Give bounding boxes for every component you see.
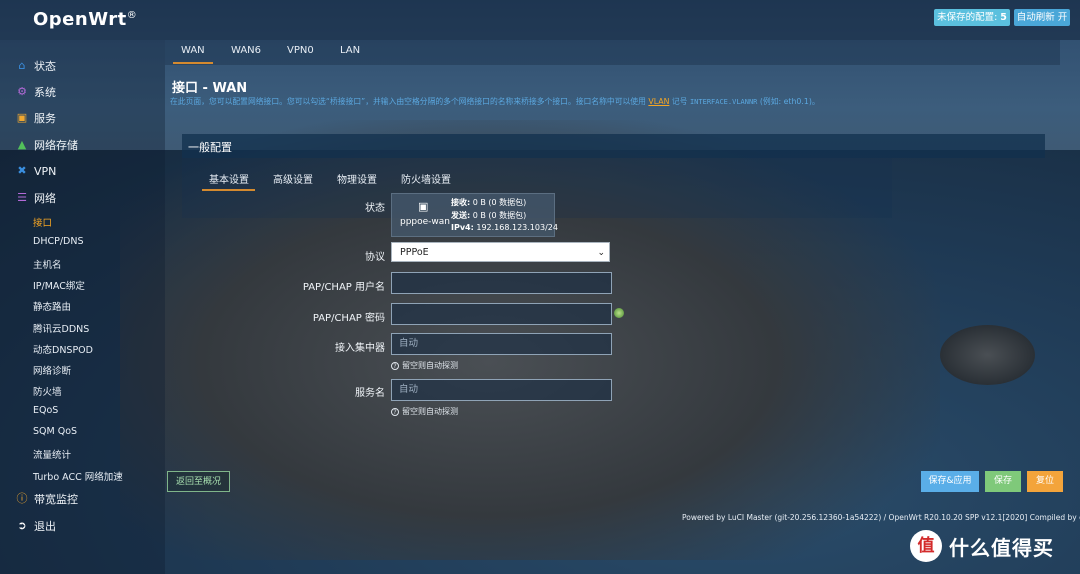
service-input[interactable]: 自动	[391, 379, 612, 401]
network-icon: ☰	[17, 191, 27, 204]
sidebar: ⌂ 状态 ⚙ 系统 ▣ 服务 ▲ 网络存储 ✖ VPN ☰ 网络 接口 DHCP…	[0, 40, 165, 574]
chevron-down-icon: ⌄	[597, 248, 605, 258]
sidebar-subitem-interfaces[interactable]: 接口	[33, 215, 52, 229]
sidebar-subitem-traffic-stats[interactable]: 流量统计	[33, 447, 71, 461]
logout-icon: ➲	[17, 519, 27, 532]
footer-credits: Powered by LuCI Master (git-20.256.12360…	[682, 513, 1080, 522]
password-label: PAP/CHAP 密码	[312, 313, 385, 324]
reveal-password-icon[interactable]	[614, 308, 624, 318]
save-apply-button[interactable]: 保存&应用	[921, 471, 979, 492]
tx-stats: 发送: 0 B (0 数据包)	[451, 211, 527, 220]
username-label: PAP/CHAP 用户名	[302, 282, 385, 293]
active-tab-indicator	[173, 62, 213, 64]
section-header: 一般配置	[182, 134, 1045, 158]
gear-icon: ⚙	[17, 85, 27, 98]
tab-wan[interactable]: WAN	[181, 45, 205, 56]
reset-button[interactable]: 复位	[1027, 471, 1063, 492]
brand-logo[interactable]: OpenWrt®	[33, 9, 137, 30]
sidebar-item-vpn[interactable]: ✖ VPN	[16, 162, 56, 180]
tab-wan6[interactable]: WAN6	[231, 45, 261, 56]
password-input[interactable]	[391, 303, 612, 325]
sidebar-subitem-firewall[interactable]: 防火墙	[33, 384, 62, 398]
ac-input[interactable]: 自动	[391, 333, 612, 355]
sidebar-subitem-tencent-ddns[interactable]: 腾讯云DDNS	[33, 321, 89, 335]
section-title: 一般配置	[188, 141, 232, 154]
interface-status-box: ▣ pppoe-wan 接收: 0 B (0 数据包) 发送: 0 B (0 数…	[391, 193, 558, 237]
sidebar-subitem-static-routes[interactable]: 静态路由	[33, 299, 71, 313]
page-title: 接口 - WAN	[172, 81, 248, 96]
storage-icon: ▲	[17, 138, 27, 151]
sidebar-item-storage[interactable]: ▲ 网络存储	[16, 136, 78, 154]
subtab-basic[interactable]: 基本设置	[209, 171, 249, 186]
protocol-label: 协议	[365, 252, 385, 263]
info-icon: ⓘ	[16, 492, 28, 505]
main-content: WAN WAN6 VPN0 LAN 接口 - WAN 在此页面，您可以配置网络接…	[165, 40, 1080, 574]
sidebar-subitem-diagnostics[interactable]: 网络诊断	[33, 363, 71, 377]
sidebar-item-system[interactable]: ⚙ 系统	[16, 83, 56, 101]
vpn-icon: ✖	[17, 164, 27, 177]
watermark-logo-icon: 值	[910, 530, 942, 562]
unsaved-changes-badge[interactable]: 未保存的配置: 5	[934, 9, 1010, 26]
subtab-physical[interactable]: 物理设置	[337, 171, 377, 186]
sidebar-item-status[interactable]: ⌂ 状态	[16, 57, 57, 75]
header-bar: OpenWrt® 未保存的配置: 5 自动刷新 开	[0, 0, 1080, 40]
service-label: 服务名	[355, 388, 385, 399]
save-button[interactable]: 保存	[985, 471, 1021, 492]
auto-refresh-toggle[interactable]: 自动刷新 开	[1014, 9, 1070, 26]
sidebar-subitem-dnspod[interactable]: 动态DNSPOD	[33, 342, 93, 356]
sidebar-subitem-sqm-qos[interactable]: SQM QoS	[33, 426, 77, 437]
tab-lan[interactable]: LAN	[340, 45, 360, 56]
service-hint: ? 留空则自动探测	[391, 406, 458, 417]
sidebar-subitem-hostnames[interactable]: 主机名	[33, 257, 62, 271]
protocol-select[interactable]: PPPoE ⌄	[391, 242, 610, 262]
help-icon: ?	[391, 408, 399, 416]
sidebar-subitem-turbo-acc[interactable]: Turbo ACC 网络加速	[33, 469, 123, 483]
interface-tabs: WAN WAN6 VPN0 LAN	[165, 40, 1060, 65]
tab-vpn0[interactable]: VPN0	[287, 45, 314, 56]
rx-stats: 接收: 0 B (0 数据包)	[451, 198, 527, 207]
sidebar-item-network[interactable]: ☰ 网络	[16, 189, 56, 207]
sidebar-item-logout[interactable]: ➲ 退出	[16, 517, 56, 535]
sidebar-subitem-eqos[interactable]: EQoS	[33, 405, 58, 416]
back-to-overview-button[interactable]: 返回至概况	[167, 471, 230, 492]
help-icon: ?	[391, 362, 399, 370]
subtab-advanced[interactable]: 高级设置	[273, 171, 313, 186]
ethernet-device-icon: ▣	[418, 200, 429, 213]
vlan-link[interactable]: VLAN	[648, 97, 669, 106]
watermark: 值 什么值得买	[910, 530, 1054, 562]
subtab-firewall[interactable]: 防火墙设置	[401, 171, 451, 186]
ac-label: 接入集中器	[335, 343, 385, 354]
status-label: 状态	[365, 203, 385, 214]
ipv4-address: IPv4: 192.168.123.103/24	[451, 223, 558, 232]
username-input[interactable]	[391, 272, 612, 294]
ac-hint: ? 留空则自动探测	[391, 360, 458, 371]
page-description: 在此页面，您可以配置网络接口。您可以勾选“桥接接口”，并输入由空格分隔的多个网络…	[170, 97, 820, 106]
device-name: pppoe-wan	[400, 217, 451, 227]
home-icon: ⌂	[18, 59, 26, 72]
monitor-icon: ▣	[16, 111, 28, 124]
watermark-text: 什么值得买	[949, 535, 1054, 560]
sidebar-item-services[interactable]: ▣ 服务	[16, 109, 56, 127]
active-subtab-indicator	[202, 189, 255, 191]
sidebar-item-bandwidth-monitor[interactable]: ⓘ 带宽监控	[16, 490, 79, 508]
sidebar-subitem-dhcp-dns[interactable]: DHCP/DNS	[33, 236, 83, 247]
sidebar-subitem-ip-mac-binding[interactable]: IP/MAC绑定	[33, 278, 85, 292]
